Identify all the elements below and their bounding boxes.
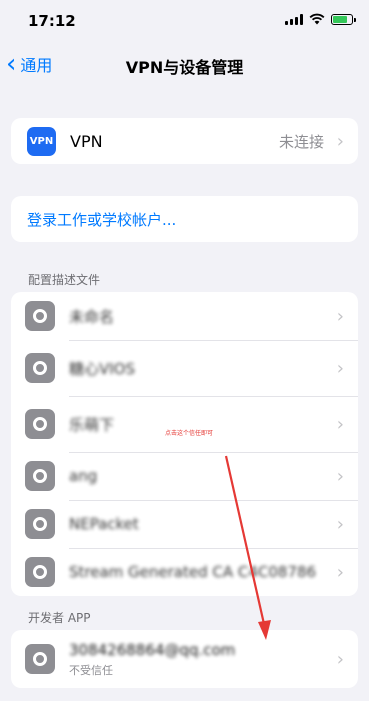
chevron-right-icon: › xyxy=(336,413,344,435)
profile-name: ang xyxy=(69,467,98,485)
profiles-group: 未命名 › 糖心VIOS › 乐萌下 › ang › NEPacket › St… xyxy=(11,292,358,596)
vpn-status: 未连接 xyxy=(278,132,324,151)
profile-row[interactable]: NEPacket › xyxy=(11,500,358,548)
vpn-group: VPN VPN 未连接 › xyxy=(11,118,358,164)
profile-name: Stream Generated CA C4C08786 xyxy=(69,563,317,581)
gear-icon xyxy=(25,353,55,383)
chevron-right-icon: › xyxy=(336,357,344,379)
chevron-right-icon: › xyxy=(336,305,344,327)
profile-row[interactable]: 乐萌下 › xyxy=(11,396,358,452)
vpn-icon: VPN xyxy=(27,126,56,156)
profile-row[interactable]: Stream Generated CA C4C08786 › xyxy=(11,548,358,596)
gear-icon xyxy=(25,644,55,674)
gear-icon xyxy=(25,461,55,491)
status-icons xyxy=(285,13,356,25)
profile-name: NEPacket xyxy=(69,515,139,533)
gear-icon xyxy=(25,509,55,539)
chevron-right-icon: › xyxy=(336,130,344,152)
navigation-bar: ‹ 通用 VPN与设备管理 xyxy=(0,44,369,84)
chevron-right-icon: › xyxy=(336,513,344,535)
developer-email: 3084268864@qq.com xyxy=(69,640,236,659)
chevron-right-icon: › xyxy=(336,648,344,670)
status-time: 17:12 xyxy=(28,12,76,30)
battery-charging-icon xyxy=(331,13,356,25)
gear-icon xyxy=(25,409,55,439)
developer-app-row[interactable]: 3084268864@qq.com 不受信任 › xyxy=(11,630,358,688)
gear-icon xyxy=(25,301,55,331)
signal-icon xyxy=(285,13,303,25)
profile-name: 未命名 xyxy=(69,307,115,326)
profile-row[interactable]: ang › xyxy=(11,452,358,500)
trust-status: 不受信任 xyxy=(69,663,113,677)
developer-section-header: 开发者 APP xyxy=(28,611,91,625)
login-work-school-account-button[interactable]: 登录工作或学校帐户... xyxy=(11,196,358,242)
developer-app-text: 3084268864@qq.com 不受信任 xyxy=(69,641,235,678)
chevron-right-icon: › xyxy=(336,561,344,583)
profile-name: 乐萌下 xyxy=(69,415,115,434)
login-group: 登录工作或学校帐户... xyxy=(11,196,358,242)
status-bar: 17:12 xyxy=(0,0,369,42)
profile-row[interactable]: 糖心VIOS › xyxy=(11,340,358,396)
chevron-right-icon: › xyxy=(336,465,344,487)
profiles-section-header: 配置描述文件 xyxy=(28,273,101,287)
vpn-row[interactable]: VPN VPN 未连接 › xyxy=(11,118,358,164)
vpn-label: VPN xyxy=(70,131,103,151)
page-title: VPN与设备管理 xyxy=(125,58,244,77)
annotation-note: 点击这个信任即可 xyxy=(165,430,214,437)
gear-icon xyxy=(25,557,55,587)
developer-group: 3084268864@qq.com 不受信任 › xyxy=(11,630,358,688)
profile-name: 糖心VIOS xyxy=(69,359,136,378)
profile-row[interactable]: 未命名 › xyxy=(11,292,358,340)
wifi-icon xyxy=(309,13,325,25)
